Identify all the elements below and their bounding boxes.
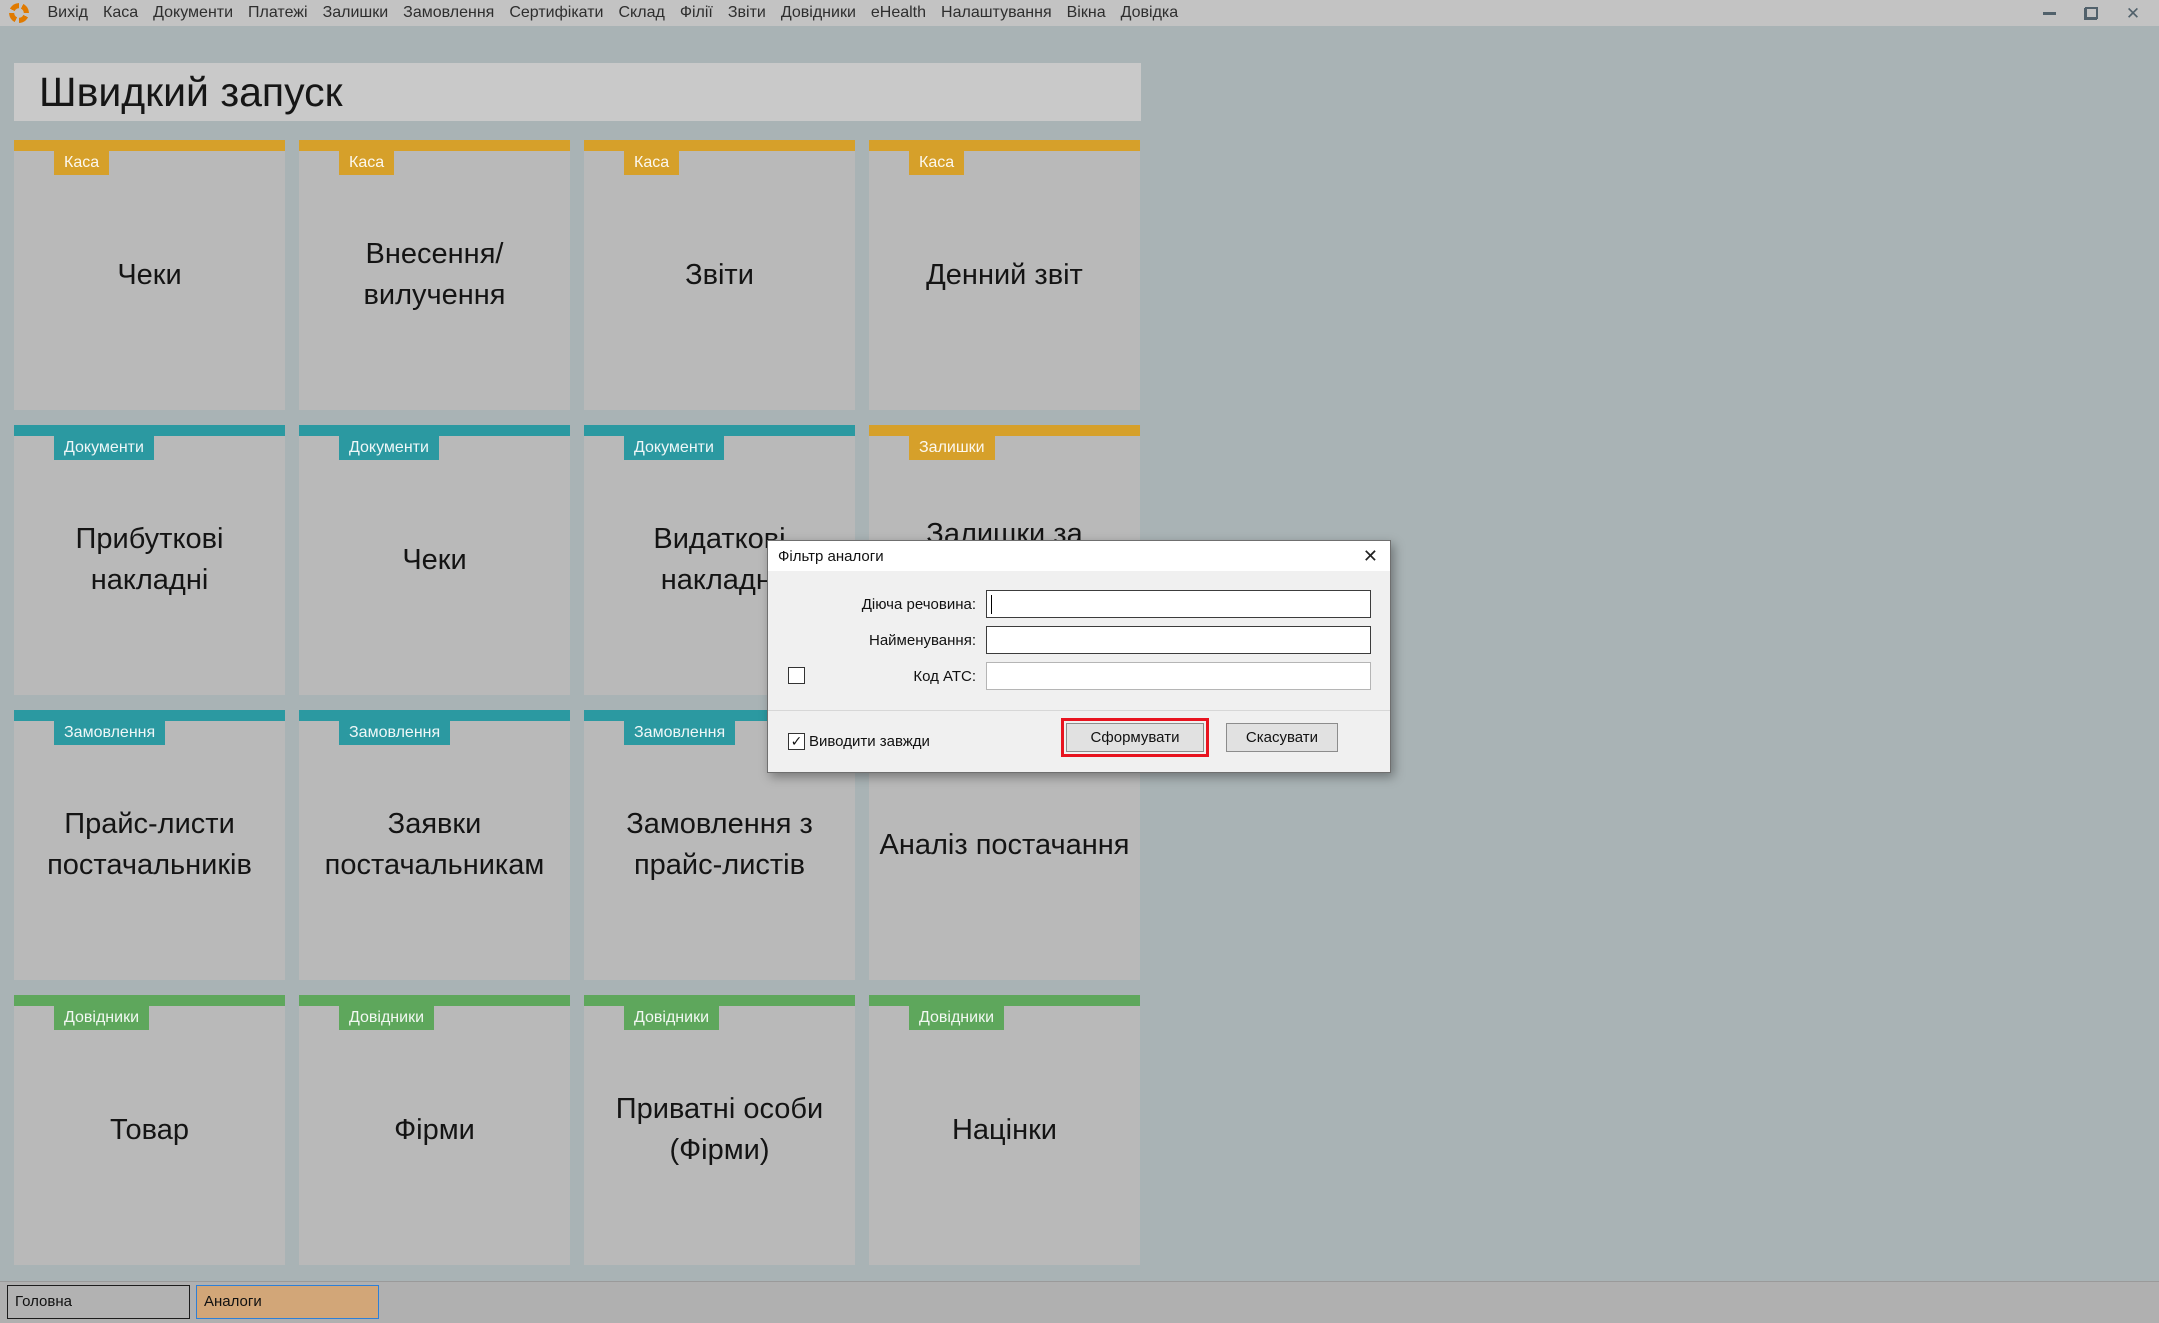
tile-label: Денний звіт bbox=[869, 140, 1140, 410]
always-show-option[interactable]: ✓ Виводити завжди bbox=[788, 733, 930, 750]
menu-item-help[interactable]: Довідка bbox=[1113, 0, 1186, 26]
menu-item-ehealth[interactable]: eHealth bbox=[863, 0, 933, 26]
menu-bar: Вихід Каса Документи Платежі Залишки Зам… bbox=[0, 0, 2159, 26]
app-logo-icon bbox=[9, 3, 29, 23]
quick-launch-header: Швидкий запуск bbox=[14, 63, 1141, 121]
window-controls: ✕ bbox=[2039, 3, 2159, 23]
menu-item-settings[interactable]: Налаштування bbox=[934, 0, 1060, 26]
tile-kasa-dennyi-zvit[interactable]: Каса Денний звіт bbox=[869, 140, 1140, 410]
menu-item-directories[interactable]: Довідники bbox=[773, 0, 863, 26]
tile-label: Націнки bbox=[869, 995, 1140, 1265]
cancel-button[interactable]: Скасувати bbox=[1226, 723, 1338, 752]
always-show-checkbox[interactable]: ✓ bbox=[788, 733, 805, 750]
tab-analohy[interactable]: Аналоги bbox=[196, 1285, 379, 1319]
bottom-tab-bar: Головна Аналоги bbox=[0, 1281, 2159, 1323]
tile-zaiavky[interactable]: Замовлення Заявки постачальникам bbox=[299, 710, 570, 980]
tile-pryvatni-osoby[interactable]: Довідники Приватні особи (Фірми) bbox=[584, 995, 855, 1265]
restore-button[interactable] bbox=[2081, 3, 2101, 23]
menu-item-branches[interactable]: Філії bbox=[672, 0, 720, 26]
field-row-atc-code: Код АТС: bbox=[768, 662, 1371, 690]
dialog-close-icon[interactable]: ✕ bbox=[1363, 547, 1378, 565]
tile-label: Фірми bbox=[299, 995, 570, 1265]
tile-kasa-vnesennia[interactable]: Каса Внесення/вилучення bbox=[299, 140, 570, 410]
active-substance-input[interactable] bbox=[986, 590, 1371, 618]
name-input[interactable] bbox=[986, 626, 1371, 654]
menu-item-warehouse[interactable]: Склад bbox=[611, 0, 672, 26]
active-substance-label: Діюча речовина: bbox=[768, 596, 986, 613]
menu-item-payments[interactable]: Платежі bbox=[241, 0, 316, 26]
tile-kasa-cheky[interactable]: Каса Чеки bbox=[14, 140, 285, 410]
tile-label: Чеки bbox=[299, 425, 570, 695]
dialog-title: Фільтр аналоги bbox=[778, 548, 884, 565]
tile-price-lists[interactable]: Замовлення Прайс-листи постачальників bbox=[14, 710, 285, 980]
tile-label: Звіти bbox=[584, 140, 855, 410]
tile-label: Прайс-листи постачальників bbox=[14, 710, 285, 980]
close-button[interactable]: ✕ bbox=[2123, 3, 2143, 23]
restore-icon bbox=[2085, 8, 2097, 19]
atc-code-input[interactable] bbox=[986, 662, 1371, 690]
atc-code-label: Код АТС: bbox=[768, 668, 986, 685]
minimize-icon bbox=[2043, 12, 2056, 15]
generate-button[interactable]: Сформувати bbox=[1066, 723, 1204, 752]
tile-tovar[interactable]: Довідники Товар bbox=[14, 995, 285, 1265]
page-title: Швидкий запуск bbox=[14, 63, 1141, 121]
tile-doc-cheky[interactable]: Документи Чеки bbox=[299, 425, 570, 695]
tile-doc-prybutkovi[interactable]: Документи Прибуткові накладні bbox=[14, 425, 285, 695]
menu-item-windows[interactable]: Вікна bbox=[1059, 0, 1113, 26]
dialog-title-bar[interactable]: Фільтр аналоги ✕ bbox=[768, 541, 1390, 571]
tile-label: Товар bbox=[14, 995, 285, 1265]
minimize-button[interactable] bbox=[2039, 3, 2059, 23]
dialog-divider bbox=[768, 710, 1390, 711]
menu-item-orders[interactable]: Замовлення bbox=[396, 0, 502, 26]
tile-natsinky[interactable]: Довідники Націнки bbox=[869, 995, 1140, 1265]
tile-label: Заявки постачальникам bbox=[299, 710, 570, 980]
name-label: Найменування: bbox=[768, 632, 986, 649]
field-row-name: Найменування: bbox=[768, 626, 1371, 654]
tile-label: Приватні особи (Фірми) bbox=[584, 995, 855, 1265]
tile-firmy[interactable]: Довідники Фірми bbox=[299, 995, 570, 1265]
menu-item-kasa[interactable]: Каса bbox=[96, 0, 146, 26]
menu-item-reports[interactable]: Звіти bbox=[720, 0, 773, 26]
text-caret bbox=[991, 595, 992, 614]
tile-label: Внесення/вилучення bbox=[299, 140, 570, 410]
always-show-label: Виводити завжди bbox=[809, 733, 930, 750]
close-icon: ✕ bbox=[2126, 5, 2140, 22]
tab-holovna[interactable]: Головна bbox=[7, 1285, 190, 1319]
filter-analogs-dialog: Фільтр аналоги ✕ Діюча речовина: Наймену… bbox=[767, 540, 1391, 773]
highlight-annotation: Сформувати bbox=[1061, 718, 1209, 757]
menu-item-documents[interactable]: Документи bbox=[146, 0, 241, 26]
tile-kasa-zvity[interactable]: Каса Звіти bbox=[584, 140, 855, 410]
tile-label: Чеки bbox=[14, 140, 285, 410]
field-row-active-substance: Діюча речовина: bbox=[768, 590, 1371, 618]
menu-item-stock[interactable]: Залишки bbox=[315, 0, 396, 26]
tile-label: Прибуткові накладні bbox=[14, 425, 285, 695]
menu-item-certificates[interactable]: Сертифікати bbox=[502, 0, 611, 26]
menu-item-exit[interactable]: Вихід bbox=[40, 0, 96, 26]
